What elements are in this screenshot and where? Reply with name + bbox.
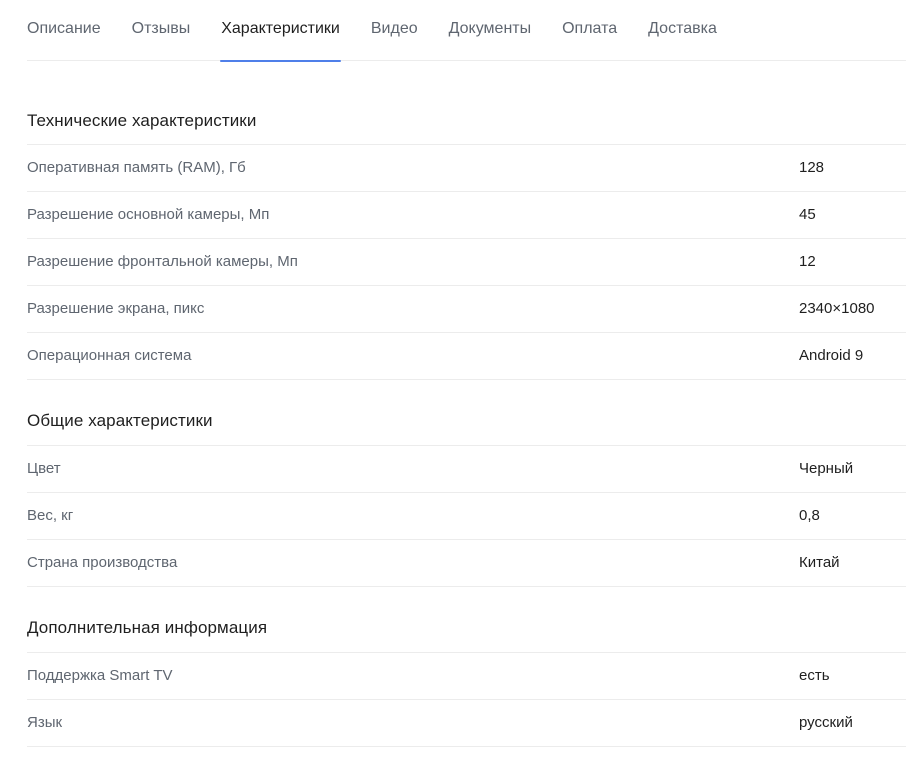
section-title: Общие характеристики bbox=[27, 380, 906, 446]
tab-video[interactable]: Видео bbox=[371, 0, 418, 61]
spec-row-operating-system: Операционная система Android 9 bbox=[27, 333, 906, 380]
tab-payment[interactable]: Оплата bbox=[562, 0, 617, 61]
spec-value: 2340×1080 bbox=[799, 300, 875, 317]
spec-label: Разрешение экрана, пикс bbox=[27, 300, 205, 317]
spec-row-language: Язык русский bbox=[27, 700, 906, 747]
spec-label: Разрешение фронтальной камеры, Мп bbox=[27, 253, 298, 270]
spec-row-main-camera: Разрешение основной камеры, Мп 45 bbox=[27, 192, 906, 239]
tab-delivery[interactable]: Доставка bbox=[648, 0, 717, 61]
spec-row-ram: Оперативная память (RAM), Гб 128 bbox=[27, 145, 906, 192]
tab-description[interactable]: Описание bbox=[27, 0, 101, 61]
spec-row-front-camera: Разрешение фронтальной камеры, Мп 12 bbox=[27, 239, 906, 286]
section-title: Технические характеристики bbox=[27, 61, 906, 145]
tab-documents[interactable]: Документы bbox=[449, 0, 531, 61]
spec-value: 12 bbox=[799, 253, 816, 270]
spec-row-weight: Вес, кг 0,8 bbox=[27, 493, 906, 540]
spec-label: Разрешение основной камеры, Мп bbox=[27, 206, 270, 223]
spec-value: Android 9 bbox=[799, 347, 864, 364]
spec-label: Страна производства bbox=[27, 554, 178, 571]
spec-value: 0,8 bbox=[799, 507, 820, 524]
spec-row-screen-resolution: Разрешение экрана, пикс 2340×1080 bbox=[27, 286, 906, 333]
spec-value: 45 bbox=[799, 206, 816, 223]
spec-row-country: Страна производства Китай bbox=[27, 540, 906, 587]
spec-label: Язык bbox=[27, 714, 63, 731]
product-tabs: Описание Отзывы Характеристики Видео Док… bbox=[27, 0, 906, 62]
spec-label: Цвет bbox=[27, 460, 61, 477]
spec-row-color: Цвет Черный bbox=[27, 446, 906, 493]
spec-section-additional: Дополнительная информация Поддержка Smar… bbox=[27, 587, 906, 747]
product-page: Описание Отзывы Характеристики Видео Док… bbox=[27, 0, 906, 768]
spec-label: Поддержка Smart TV bbox=[27, 667, 173, 684]
spec-section-general: Общие характеристики Цвет Черный Вес, кг… bbox=[27, 380, 906, 587]
spec-value: русский bbox=[799, 714, 853, 731]
spec-value: Китай bbox=[799, 554, 840, 571]
section-title: Дополнительная информация bbox=[27, 587, 906, 653]
tab-specifications[interactable]: Характеристики bbox=[220, 0, 341, 62]
tab-reviews[interactable]: Отзывы bbox=[132, 0, 191, 61]
specifications-panel: Технические характеристики Оперативная п… bbox=[27, 61, 906, 747]
spec-section-technical: Технические характеристики Оперативная п… bbox=[27, 61, 906, 380]
spec-label: Оперативная память (RAM), Гб bbox=[27, 159, 246, 176]
spec-value: Черный bbox=[799, 460, 854, 477]
spec-label: Вес, кг bbox=[27, 507, 74, 524]
spec-value: 128 bbox=[799, 159, 825, 176]
spec-row-smart-tv: Поддержка Smart TV есть bbox=[27, 653, 906, 700]
spec-label: Операционная система bbox=[27, 347, 192, 364]
spec-value: есть bbox=[799, 667, 830, 684]
